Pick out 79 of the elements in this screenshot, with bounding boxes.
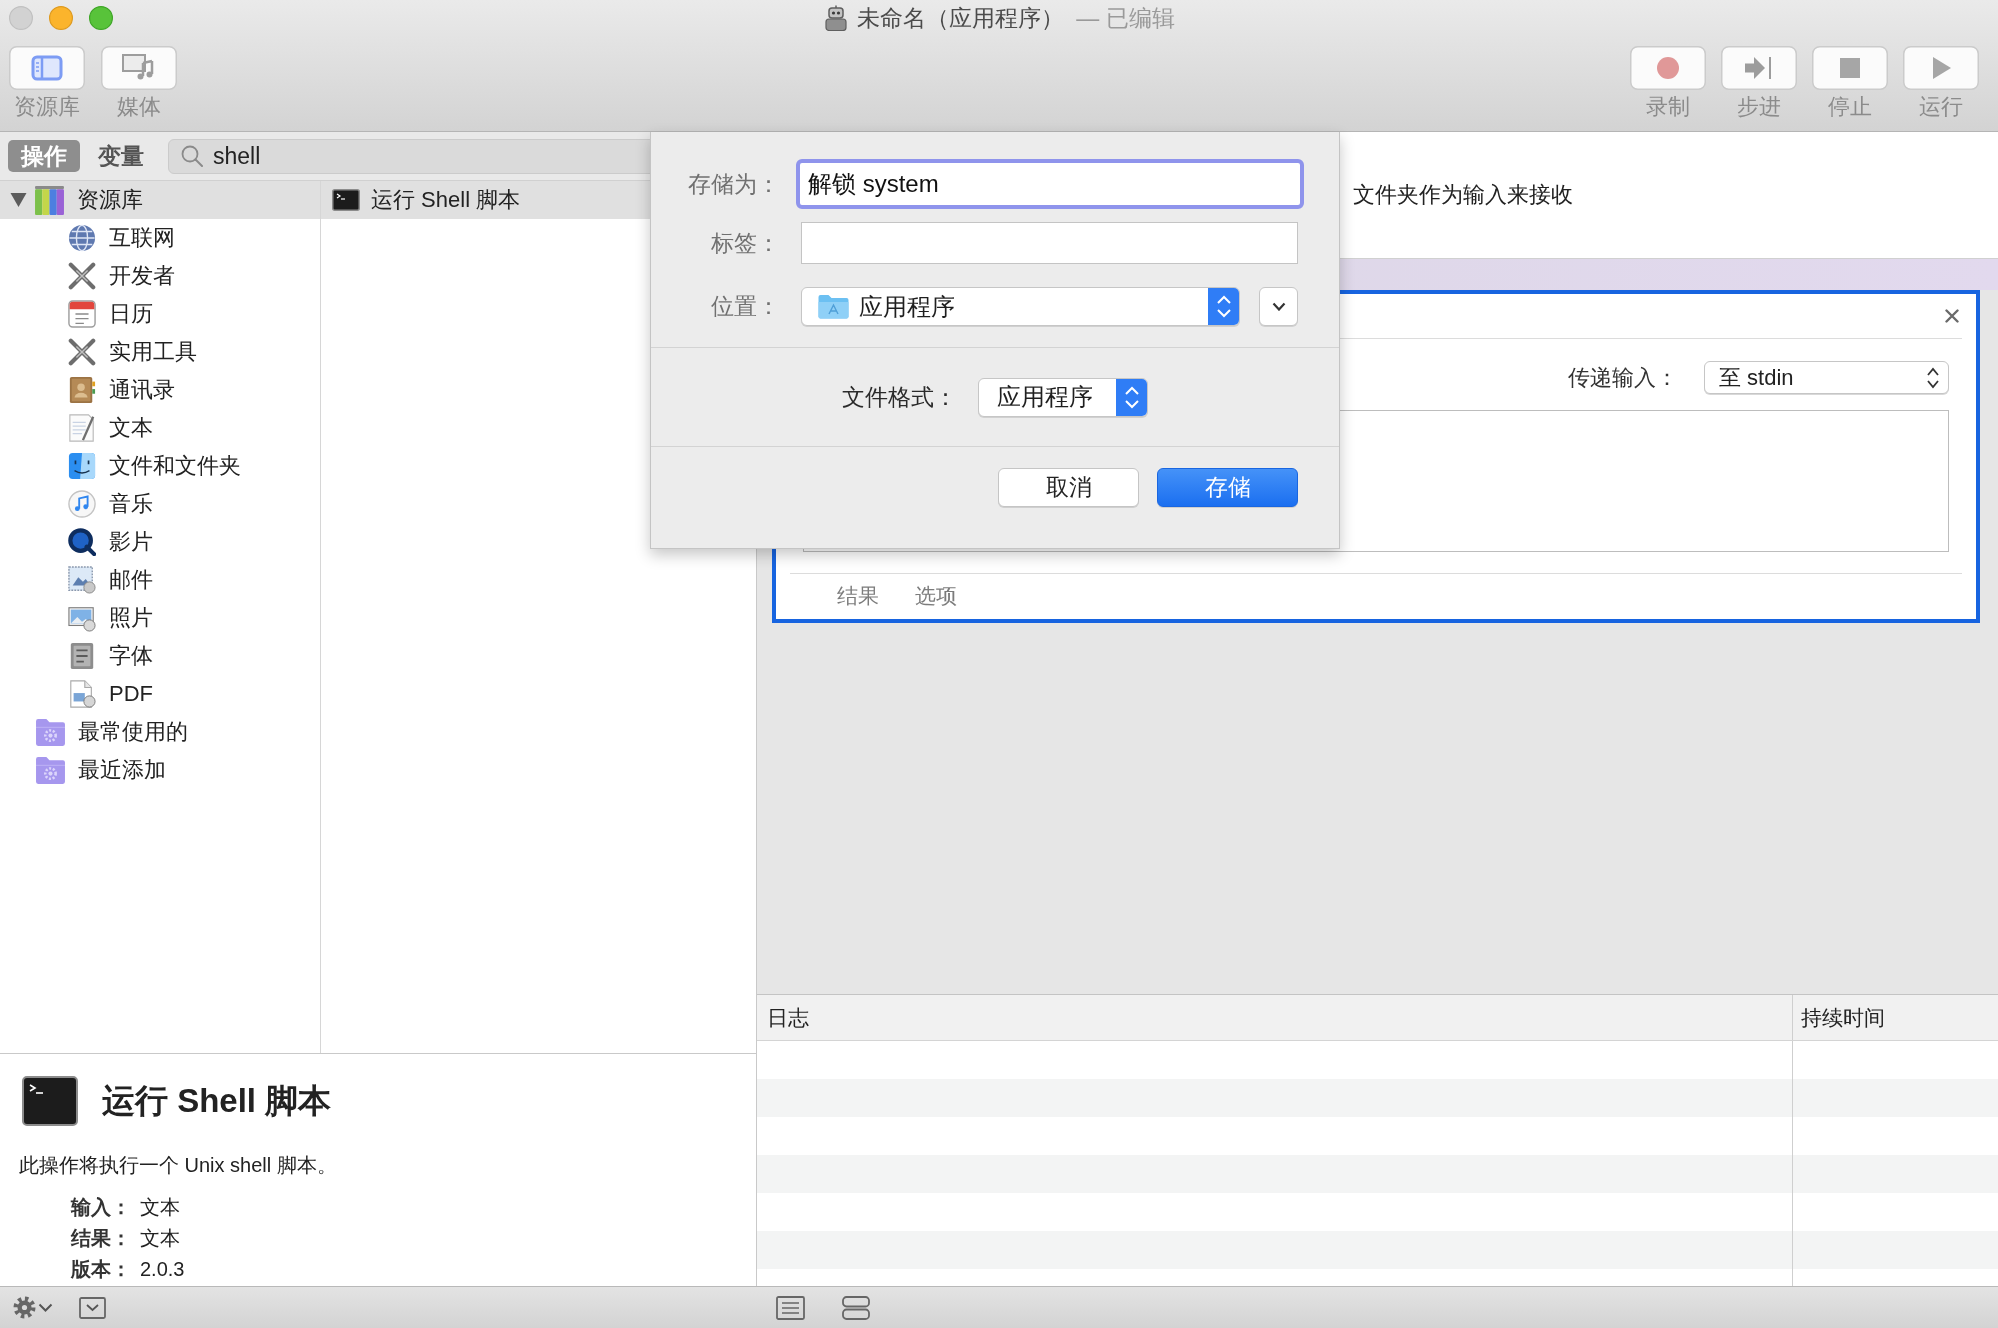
tree-item[interactable]: 实用工具 (0, 333, 320, 371)
column-header: 日志 (767, 1004, 809, 1031)
save-button[interactable]: 存储 (1157, 468, 1298, 507)
field-label: 文件格式： (842, 382, 957, 412)
gear-folder-icon (35, 754, 66, 786)
address-book-icon (68, 376, 96, 404)
caret-icon[interactable] (38, 1303, 53, 1312)
tree-item[interactable]: 照片 (0, 599, 320, 637)
document-icon (68, 680, 96, 708)
detail-label: 结果： (71, 1226, 131, 1251)
tree-item[interactable]: 开发者 (0, 257, 320, 295)
workflow-header-text: 文件夹作为输入来接收 (1353, 181, 1573, 209)
cancel-button[interactable]: 取消 (998, 468, 1139, 507)
file-format-popup[interactable]: 应用程序 (978, 377, 1148, 417)
tree-item[interactable]: 日历 (0, 295, 320, 333)
stacked-panels-icon[interactable] (842, 1295, 870, 1320)
up-down-arrows-icon (1116, 378, 1147, 416)
search-icon (181, 145, 203, 167)
notepad-icon (68, 414, 96, 442)
pass-input-popup[interactable]: 至 stdin (1704, 361, 1949, 394)
pass-input-label: 传递输入： (1568, 363, 1678, 392)
card-tab[interactable]: 选项 (915, 581, 957, 610)
field-label: 位置： (711, 293, 780, 319)
terminal-icon (22, 1076, 78, 1126)
chevron-box-icon[interactable] (79, 1296, 106, 1319)
location-popup[interactable]: 应用程序 (801, 287, 1240, 326)
books-icon (34, 184, 65, 216)
description-title: 运行 Shell 脚本 (102, 1080, 332, 1121)
tree-item[interactable]: 最常使用的 (0, 713, 320, 751)
tree-item[interactable]: 最近添加 (0, 751, 320, 789)
up-down-arrows-icon (1208, 288, 1239, 325)
globe-icon (68, 224, 96, 252)
folder-icon (818, 294, 849, 319)
tree-item[interactable]: 资源库 (0, 181, 320, 219)
gear-folder-icon (35, 716, 66, 748)
tree-item[interactable]: 字体 (0, 637, 320, 675)
stamp-icon (68, 566, 96, 594)
tree-item[interactable]: 互联网 (0, 219, 320, 257)
tree-item[interactable]: PDF (0, 675, 320, 713)
tree-item[interactable]: 通讯录 (0, 371, 320, 409)
text-field[interactable] (801, 222, 1298, 264)
smiley-tile-icon (68, 452, 96, 480)
tree-item[interactable]: 文本 (0, 409, 320, 447)
close-icon[interactable] (1945, 309, 1959, 323)
list-view-icon[interactable] (776, 1295, 805, 1320)
field-label: 标签： (711, 229, 780, 256)
detail-label: 输入： (71, 1195, 131, 1220)
library-tab[interactable]: 变量 (85, 140, 157, 172)
robot-icon (823, 5, 850, 31)
tree-item[interactable]: 影片 (0, 523, 320, 561)
text-field[interactable]: 解锁 system (796, 159, 1304, 209)
zoom-icon[interactable] (89, 6, 113, 30)
stop-icon (1812, 46, 1888, 90)
description-text: 此操作将执行一个 Unix shell 脚本。 (19, 1153, 337, 1178)
detail-value: 2.0.3 (140, 1257, 185, 1282)
calendar-icon (68, 300, 96, 328)
crossed-tools-icon (68, 338, 96, 366)
detail-value: 文本 (140, 1195, 180, 1220)
tree-item[interactable]: 音乐 (0, 485, 320, 523)
up-down-arrows-icon (1926, 366, 1940, 389)
lined-tile-icon (68, 642, 96, 670)
tree-item[interactable]: 邮件 (0, 561, 320, 599)
tree-item[interactable]: 文件和文件夹 (0, 447, 320, 485)
crossed-tools-icon (68, 262, 96, 290)
detail-value: 文本 (140, 1226, 180, 1251)
detail-label: 版本： (71, 1257, 131, 1282)
record-icon (1630, 46, 1706, 90)
card-tab[interactable]: 结果 (837, 581, 879, 610)
photo-icon (68, 604, 96, 632)
play-icon (1903, 46, 1979, 90)
column-header: 持续时间 (1801, 1004, 1885, 1031)
music-note-icon (68, 490, 96, 518)
expand-button[interactable] (1259, 287, 1298, 326)
terminal-icon (332, 189, 360, 211)
window-subtitle: — 已编辑 (1076, 3, 1175, 33)
magnifier-icon (68, 528, 96, 556)
window-title: 未命名（应用程序） (857, 3, 1065, 33)
settings-icon[interactable] (13, 1296, 36, 1319)
disclosure-triangle-icon[interactable] (10, 193, 27, 207)
